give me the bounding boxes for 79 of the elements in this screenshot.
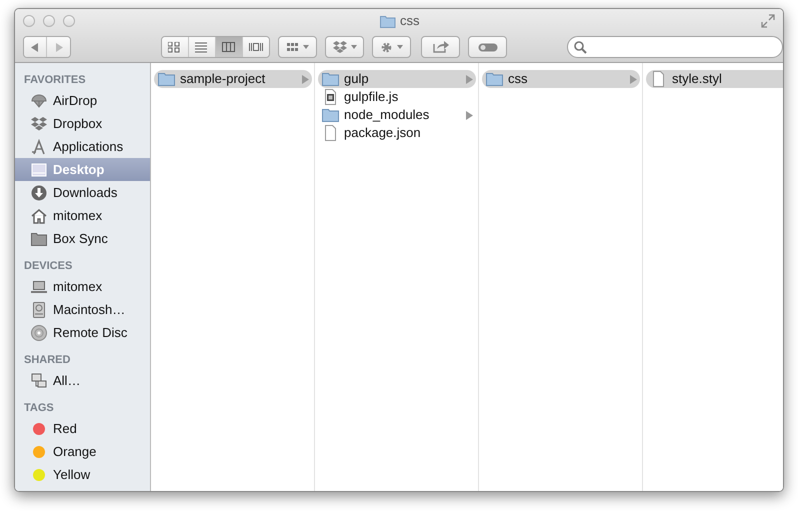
forward-button[interactable] — [47, 37, 70, 57]
share-button[interactable] — [421, 36, 460, 58]
file-row[interactable]: package.json — [318, 124, 476, 142]
back-button[interactable] — [24, 37, 48, 57]
close-button[interactable] — [23, 15, 35, 27]
columns-icon — [222, 42, 236, 52]
folder-icon — [486, 71, 503, 87]
dropbox-icon — [332, 41, 347, 53]
script-document-icon — [322, 89, 339, 105]
disclosure-arrow-icon — [630, 74, 638, 84]
file-row[interactable]: css — [482, 70, 640, 88]
sidebar-item[interactable]: Remote Disc — [15, 321, 150, 344]
desktop-icon — [31, 162, 47, 178]
folder-icon — [31, 230, 47, 246]
applications-icon — [31, 138, 47, 154]
grid-icon — [168, 42, 182, 52]
hard-drive-icon — [31, 302, 47, 318]
disc-icon — [31, 324, 47, 340]
list-icon — [194, 42, 209, 52]
view-coverflow-button[interactable] — [242, 37, 270, 57]
cover-flow-icon — [248, 42, 263, 52]
sidebar-item[interactable]: Dropbox — [15, 112, 150, 135]
sidebar-section-header: DEVICES — [23, 259, 74, 274]
file-row[interactable]: gulp — [318, 70, 476, 88]
search-field[interactable] — [566, 36, 783, 58]
view-list-button[interactable] — [188, 37, 216, 57]
tags-icon — [478, 42, 498, 52]
fullscreen-icon[interactable] — [761, 14, 775, 28]
folder-icon — [322, 71, 339, 87]
sidebar-item[interactable]: Applications — [15, 135, 150, 158]
file-row[interactable]: sample-project — [154, 70, 312, 88]
file-row[interactable]: gulpfile.js — [318, 88, 476, 106]
file-row[interactable]: style.styl — [646, 70, 783, 88]
sidebar-item[interactable]: All… — [15, 369, 150, 392]
home-icon — [31, 208, 47, 224]
dropbox-menu-button[interactable] — [325, 36, 364, 58]
sidebar-section-header: TAGS — [23, 401, 55, 416]
sidebar-item[interactable]: Box Sync — [15, 227, 150, 250]
sidebar-item[interactable]: Red — [15, 417, 150, 440]
document-icon — [650, 71, 667, 87]
download-icon — [31, 184, 47, 200]
back-icon — [31, 42, 40, 52]
search-icon — [574, 41, 587, 54]
folder-icon — [158, 71, 175, 87]
arrange-button[interactable] — [278, 36, 318, 58]
airdrop-icon — [31, 92, 47, 108]
sidebar-item[interactable]: Macintosh… — [15, 298, 150, 321]
view-icons-button[interactable] — [162, 37, 189, 57]
window-title: css — [400, 12, 420, 30]
disclosure-arrow-icon — [466, 74, 474, 84]
folder-icon — [322, 107, 339, 123]
disclosure-arrow-icon — [466, 110, 474, 120]
share-icon — [432, 41, 449, 53]
forward-icon — [54, 42, 63, 52]
view-columns-button[interactable] — [216, 37, 243, 57]
document-icon — [322, 125, 339, 141]
tags-button[interactable] — [468, 36, 507, 58]
minimize-button[interactable] — [43, 15, 55, 27]
network-computer-icon — [31, 372, 47, 388]
laptop-icon — [31, 278, 47, 294]
sidebar-item[interactable]: Orange — [15, 440, 150, 463]
disclosure-arrow-icon — [302, 74, 310, 84]
sidebar-item[interactable]: Downloads — [15, 181, 150, 204]
action-icon — [380, 40, 394, 54]
sidebar-item[interactable]: AirDrop — [15, 89, 150, 112]
zoom-button[interactable] — [63, 15, 75, 27]
sidebar-section-header: FAVORITES — [23, 73, 87, 88]
action-menu-button[interactable] — [372, 36, 412, 58]
folder-icon — [380, 14, 396, 28]
dropbox-icon — [31, 116, 47, 132]
file-row[interactable]: node_modules — [318, 106, 476, 124]
caret-icon — [397, 45, 404, 49]
caret-icon — [302, 45, 309, 49]
sidebar-item[interactable]: mitomex — [15, 204, 150, 227]
sidebar-item[interactable]: mitomex — [15, 275, 150, 298]
arrange-icon — [286, 42, 299, 52]
sidebar-section-header: SHARED — [23, 353, 72, 368]
caret-icon — [350, 45, 357, 49]
sidebar-item[interactable]: Yellow — [15, 463, 150, 486]
